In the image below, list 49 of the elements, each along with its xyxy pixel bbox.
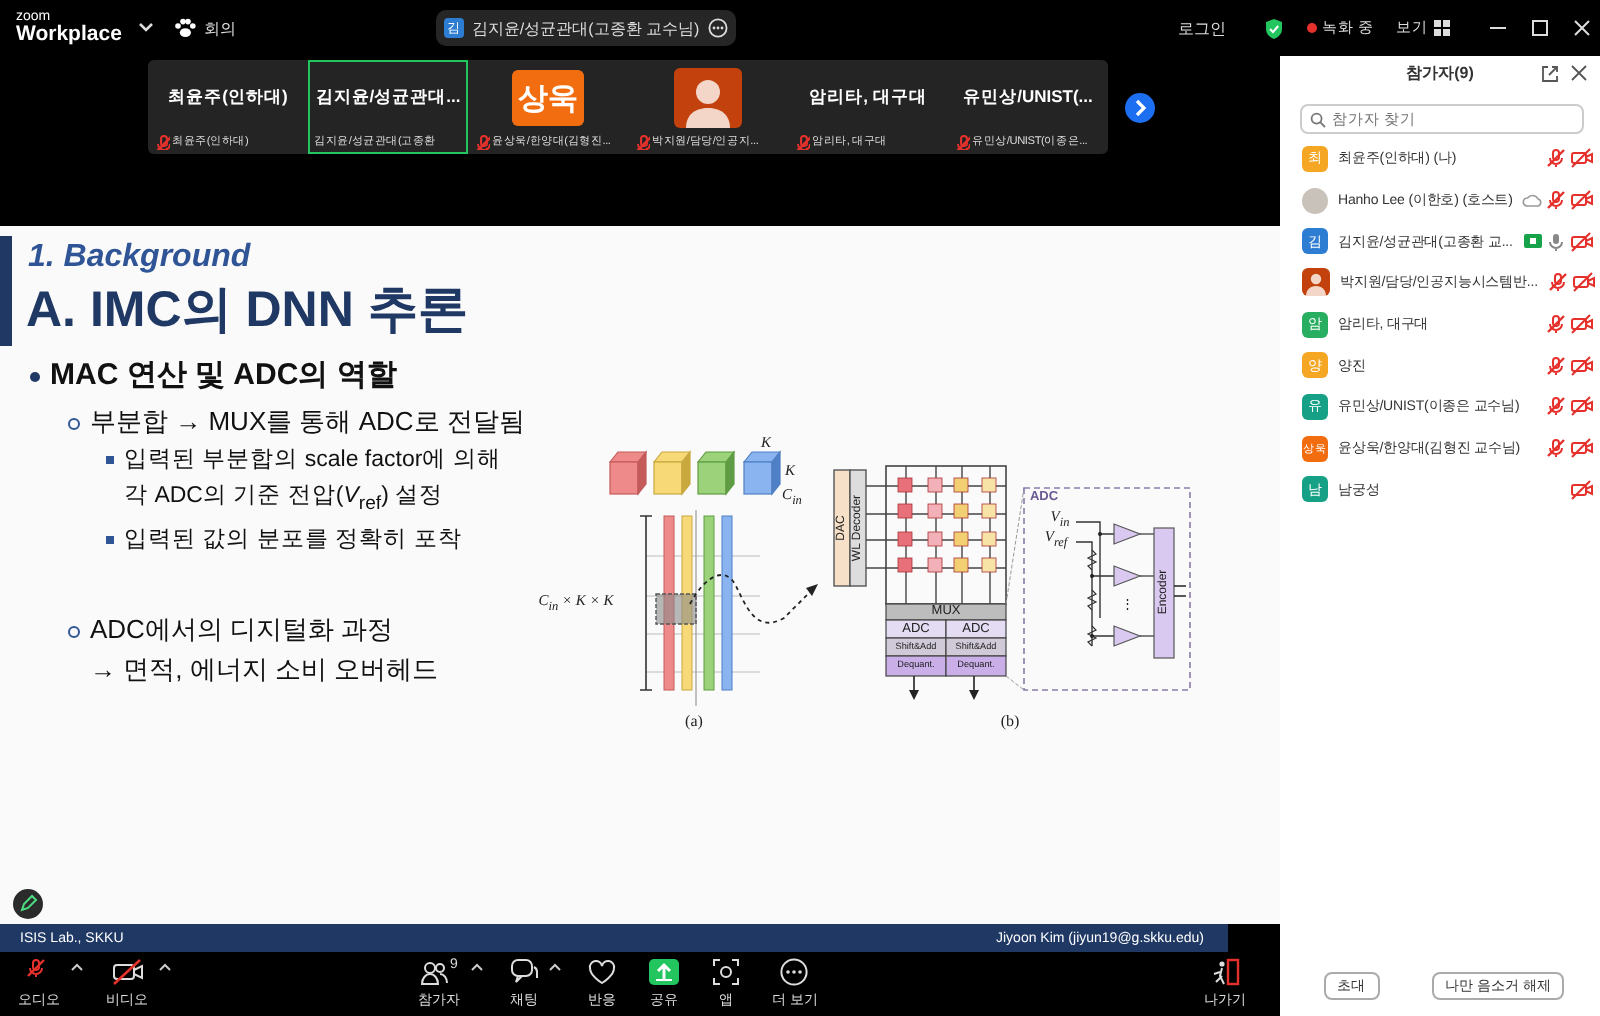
login-link[interactable]: 로그인	[1177, 17, 1226, 39]
shield-check-icon	[1263, 17, 1284, 39]
participant-name: 암리타, 대구대	[809, 86, 927, 110]
caret-up-icon[interactable]	[470, 962, 484, 972]
bullet-circle-icon	[68, 626, 80, 639]
bullet-text: MAC 연산 및 ADC의 역할	[50, 356, 397, 396]
share-screen-icon	[648, 958, 680, 986]
figure-label: (b)	[1000, 714, 1020, 730]
bullet-text: ADC에서의 디지털화 과정 → 면적, 에너지 소비 오버헤드	[90, 612, 439, 689]
grid-icon	[1434, 20, 1450, 36]
brand-name: Workplace	[16, 24, 122, 46]
bullet-square-icon	[106, 536, 114, 545]
apps-icon	[712, 958, 740, 986]
title-accent-bar	[0, 236, 12, 346]
participant-name: 유민상/UNIST(...	[963, 86, 1093, 110]
pop-out-icon[interactable]	[1540, 64, 1560, 84]
paw-icon	[173, 18, 196, 38]
section-heading: 1. Background	[28, 238, 253, 278]
bullet-circle-icon	[68, 418, 80, 430]
figure-label: (a)	[685, 714, 703, 730]
caret-up-icon[interactable]	[158, 962, 172, 972]
caret-up-icon[interactable]	[548, 962, 562, 972]
next-arrow-button-icon[interactable]	[1124, 92, 1156, 124]
bullet-text: 입력된 값의 분포를 정확히 포착	[124, 526, 462, 557]
bullet-text: 부분합 → MUX를 통해 ADC로 전달됨	[90, 404, 525, 440]
more-icon[interactable]	[707, 18, 728, 38]
video-off-icon	[111, 958, 143, 986]
close-icon[interactable]	[1570, 64, 1588, 82]
panel-title: 참가자(9)	[1406, 62, 1474, 84]
exit-door-icon	[1211, 958, 1239, 986]
bullet-dot-icon	[30, 372, 40, 382]
slide-title: A. IMC의 DNN 추론	[26, 280, 470, 342]
avatar-initials: 상욱	[512, 70, 584, 126]
chat-bubbles-icon	[510, 958, 538, 986]
participant-name: 김지윤/성균관대...	[315, 86, 461, 110]
participant-name: 최윤주(인하대)	[168, 86, 288, 110]
bullet-square-icon	[106, 456, 114, 464]
meeting-label: 회의	[203, 17, 236, 39]
photo-placeholder	[1302, 187, 1328, 214]
heart-icon	[588, 958, 616, 986]
maximize-icon[interactable]	[1530, 18, 1550, 38]
chevron-down-icon[interactable]	[137, 22, 154, 34]
more-icon	[780, 958, 809, 986]
recording-dot-icon	[1305, 22, 1318, 34]
bullet-text: 입력된 부분합의 scale factor에 의해 각 ADC의 기준 전압(V$_{ref}$) 설정	[124, 446, 501, 519]
caret-up-icon[interactable]	[70, 962, 84, 972]
people-icon	[420, 958, 449, 986]
pencil-button-icon[interactable]	[12, 888, 44, 920]
search-icon	[1310, 111, 1326, 127]
